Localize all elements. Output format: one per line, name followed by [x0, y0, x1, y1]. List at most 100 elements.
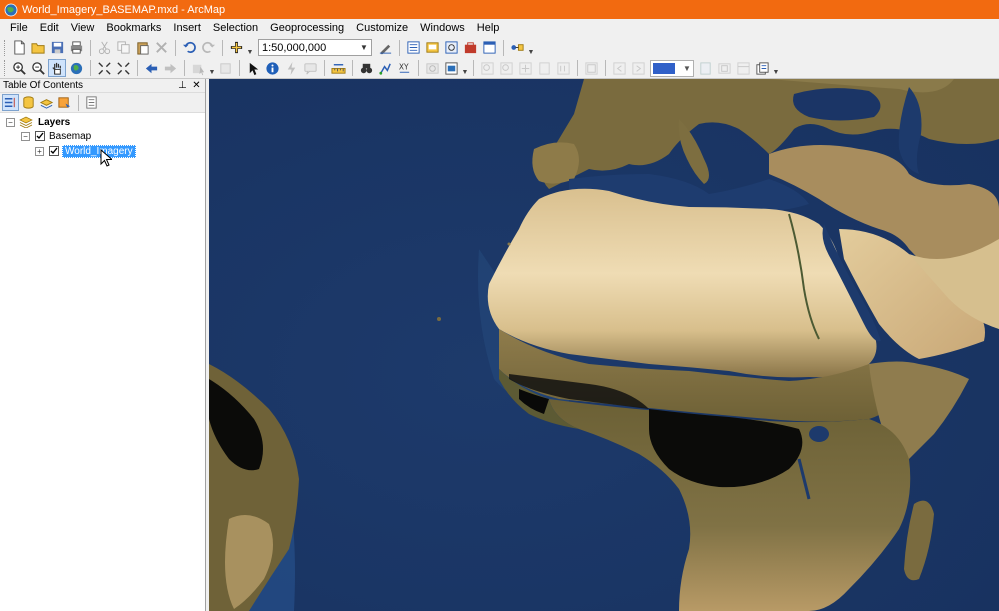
find-button[interactable]: [357, 59, 375, 77]
data-driven-pages-icon: [755, 61, 769, 75]
zoom-whole-page-button[interactable]: [535, 59, 553, 77]
html-popup-button[interactable]: [301, 59, 319, 77]
table-of-contents-icon: [406, 41, 420, 54]
data-frame-label[interactable]: Layers: [36, 117, 72, 128]
arctoolbox-button[interactable]: [461, 39, 479, 57]
search-window-button[interactable]: [442, 39, 460, 57]
go-to-xy-button[interactable]: XY: [395, 59, 413, 77]
delete-button[interactable]: [152, 39, 170, 57]
pan-button[interactable]: [48, 59, 66, 77]
focus-data-frame-button[interactable]: [715, 59, 733, 77]
identify-button[interactable]: [263, 59, 281, 77]
list-by-source-button[interactable]: [20, 94, 37, 111]
toolbar-separator: [503, 39, 504, 56]
select-features-button[interactable]: [189, 59, 207, 77]
menu-windows[interactable]: Windows: [414, 19, 471, 37]
close-icon[interactable]: ✕: [191, 80, 202, 91]
next-extent-button[interactable]: [629, 59, 647, 77]
new-document-button[interactable]: [10, 39, 28, 57]
map-scale-combo[interactable]: 1:50,000,000 ▼: [258, 39, 372, 56]
layout-pan-button[interactable]: [516, 59, 534, 77]
toolbar-grip[interactable]: [4, 60, 7, 76]
catalog-window-button[interactable]: [423, 39, 441, 57]
menu-geoprocessing[interactable]: Geoprocessing: [264, 19, 350, 37]
clear-selection-button[interactable]: [216, 59, 234, 77]
world-imagery-layer-label[interactable]: World_Imagery: [62, 144, 136, 158]
list-by-visibility-button[interactable]: [38, 94, 55, 111]
basemap-visibility-checkbox[interactable]: [35, 131, 45, 141]
zoom-out-button[interactable]: [29, 59, 47, 77]
open-folder-icon: [30, 43, 45, 54]
full-extent-button[interactable]: [67, 59, 85, 77]
fixed-layout-zoom-in-button[interactable]: [582, 59, 600, 77]
time-slider-button[interactable]: [423, 59, 441, 77]
add-data-button[interactable]: [227, 39, 245, 57]
menu-bookmarks[interactable]: Bookmarks: [100, 19, 167, 37]
redo-button[interactable]: [199, 39, 217, 57]
menu-insert[interactable]: Insert: [167, 19, 207, 37]
toolbar-overflow[interactable]: ▼: [772, 60, 780, 76]
toggle-draft-mode-button[interactable]: [696, 59, 714, 77]
toc-window-button[interactable]: [404, 39, 422, 57]
go-forward-extent-button[interactable]: [161, 59, 179, 77]
change-layout-button[interactable]: [734, 59, 752, 77]
toc-options-button[interactable]: [83, 94, 100, 111]
world-imagery-visibility-checkbox[interactable]: [49, 146, 59, 156]
previous-extent-button[interactable]: [610, 59, 628, 77]
model-builder-icon: [510, 44, 524, 51]
zoom-100-button[interactable]: [554, 59, 572, 77]
basemap-group-label[interactable]: Basemap: [47, 131, 93, 142]
select-elements-button[interactable]: [244, 59, 262, 77]
chevron-down-icon[interactable]: ▼: [357, 40, 371, 55]
chevron-down-icon[interactable]: ▼: [681, 64, 693, 73]
fixed-zoom-in-button[interactable]: [95, 59, 113, 77]
layout-zoom-out-button[interactable]: [497, 59, 515, 77]
lake-victoria: [809, 426, 829, 442]
collapse-icon[interactable]: −: [6, 117, 15, 127]
create-viewer-button[interactable]: [442, 59, 460, 77]
fixed-zoom-icon: [584, 61, 598, 75]
editor-toolbar-button[interactable]: [376, 39, 394, 57]
cut-button[interactable]: [95, 39, 113, 57]
paste-button[interactable]: [133, 39, 151, 57]
save-button[interactable]: [48, 39, 66, 57]
find-route-button[interactable]: [376, 59, 394, 77]
copy-button[interactable]: [114, 39, 132, 57]
menu-help[interactable]: Help: [471, 19, 506, 37]
toolbar-overflow[interactable]: ▼: [461, 60, 469, 76]
open-button[interactable]: [29, 39, 47, 57]
canary-islands: [507, 242, 511, 246]
print-button[interactable]: [67, 39, 85, 57]
menu-customize[interactable]: Customize: [350, 19, 414, 37]
new-document-icon: [13, 40, 25, 55]
menu-view[interactable]: View: [65, 19, 101, 37]
layout-zoom-in-button[interactable]: [478, 59, 496, 77]
model-builder-button[interactable]: [508, 39, 526, 57]
add-data-dropdown[interactable]: ▼: [246, 40, 254, 56]
change-layout-icon: [736, 61, 750, 75]
fixed-zoom-out-button[interactable]: [114, 59, 132, 77]
list-by-drawing-order-button[interactable]: [2, 94, 19, 111]
layout-zoom-combo[interactable]: ▼: [650, 59, 694, 77]
toolbar-grip[interactable]: [4, 39, 7, 56]
menu-selection[interactable]: Selection: [207, 19, 264, 37]
pin-icon[interactable]: ⊥: [177, 80, 188, 91]
hyperlink-button[interactable]: [282, 59, 300, 77]
list-by-selection-button[interactable]: [56, 94, 73, 111]
menu-file[interactable]: File: [4, 19, 34, 37]
undo-button[interactable]: [180, 39, 198, 57]
zoom-in-button[interactable]: [10, 59, 28, 77]
info-icon: [265, 61, 279, 75]
go-back-extent-button[interactable]: [142, 59, 160, 77]
toolbar-overflow[interactable]: ▼: [527, 40, 535, 56]
toc-title: Table Of Contents: [3, 80, 84, 91]
collapse-icon[interactable]: −: [21, 131, 30, 141]
map-display[interactable]: [209, 79, 999, 611]
expand-icon[interactable]: +: [35, 146, 44, 156]
measure-button[interactable]: [329, 59, 347, 77]
menu-edit[interactable]: Edit: [34, 19, 65, 37]
select-dropdown[interactable]: ▼: [208, 60, 216, 76]
python-window-button[interactable]: [480, 39, 498, 57]
data-driven-pages-button[interactable]: [753, 59, 771, 77]
layout-pan-icon: [518, 61, 532, 75]
